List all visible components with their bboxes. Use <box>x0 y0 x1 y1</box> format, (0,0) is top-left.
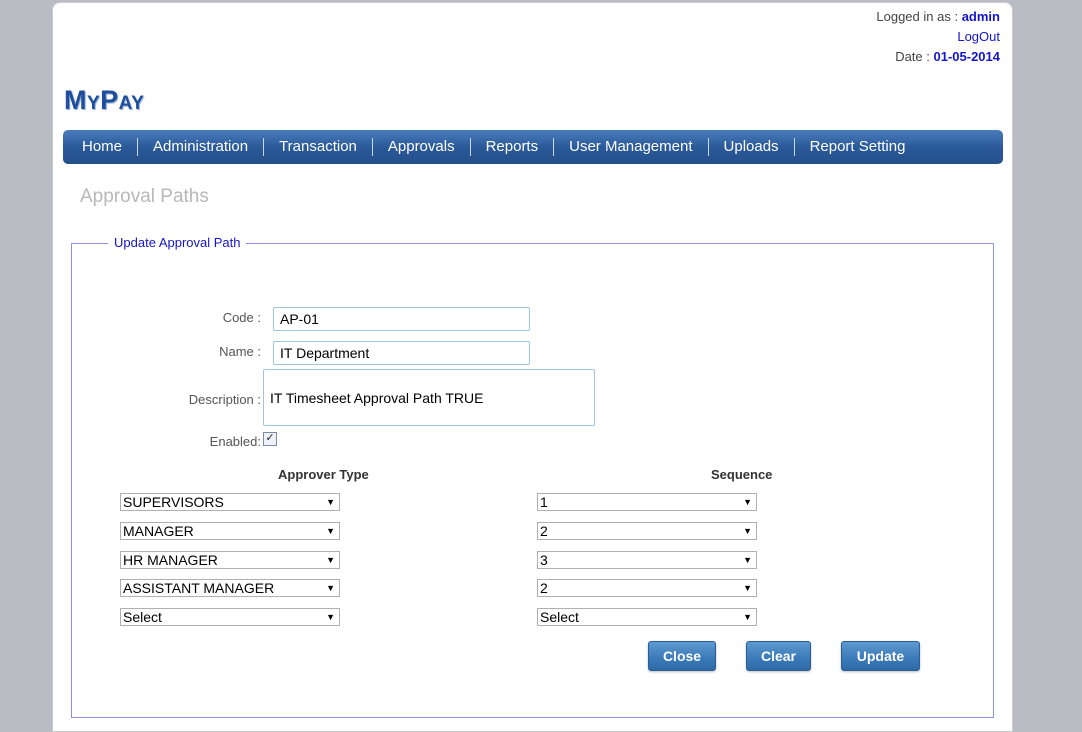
approver-type-header: Approver Type <box>278 467 369 482</box>
chevron-down-icon: ▼ <box>326 497 335 507</box>
close-button[interactable]: Close <box>648 641 716 671</box>
name-label: Name : <box>219 344 261 359</box>
update-button[interactable]: Update <box>841 641 920 671</box>
approver-type-select-5[interactable]: Select ▼ <box>120 608 340 626</box>
approver-type-select-1[interactable]: SUPERVISORS ▼ <box>120 493 340 511</box>
logged-in-label: Logged in as : <box>876 9 959 24</box>
approver-type-select-2[interactable]: MANAGER ▼ <box>120 522 340 540</box>
chevron-down-icon: ▼ <box>326 526 335 536</box>
chevron-down-icon: ▼ <box>743 583 752 593</box>
chevron-down-icon: ▼ <box>743 497 752 507</box>
code-label: Code : <box>222 310 261 325</box>
nav-administration[interactable]: Administration <box>138 138 265 156</box>
update-approval-path-panel: Update Approval Path Code : AP-01 Name :… <box>71 235 994 718</box>
approver-type-value: Select <box>123 609 162 625</box>
name-value: IT Department <box>280 345 370 361</box>
checkmark-icon: ✓ <box>265 432 275 444</box>
logout-link[interactable]: LogOut <box>957 29 1000 44</box>
nav-reports[interactable]: Reports <box>471 138 555 156</box>
page-container: Logged in as : admin LogOut Date : 01-05… <box>52 2 1013 732</box>
chevron-down-icon: ▼ <box>743 555 752 565</box>
approver-type-value: ASSISTANT MANAGER <box>123 580 275 596</box>
code-value: AP-01 <box>280 311 319 327</box>
enabled-checkbox[interactable]: ✓ <box>263 432 277 446</box>
sequence-select-4[interactable]: 2 ▼ <box>537 579 757 597</box>
sequence-value: Select <box>540 609 579 625</box>
sequence-select-5[interactable]: Select ▼ <box>537 608 757 626</box>
chevron-down-icon: ▼ <box>743 612 752 622</box>
approver-type-value: HR MANAGER <box>123 552 218 568</box>
date-label: Date : <box>895 49 930 64</box>
nav-user-management[interactable]: User Management <box>554 138 709 156</box>
name-input[interactable]: IT Department <box>273 341 530 365</box>
sequence-select-2[interactable]: 2 ▼ <box>537 522 757 540</box>
description-value: IT Timesheet Approval Path TRUE <box>270 390 484 406</box>
sequence-value: 3 <box>540 552 548 568</box>
sequence-value: 1 <box>540 494 548 510</box>
enabled-label: Enabled: <box>209 434 261 449</box>
panel-legend: Update Approval Path <box>108 235 247 250</box>
app-logo: MyPay <box>64 85 145 115</box>
code-input[interactable]: AP-01 <box>273 307 530 331</box>
page-title: Approval Paths <box>80 186 209 207</box>
chevron-down-icon: ▼ <box>326 612 335 622</box>
nav-report-setting[interactable]: Report Setting <box>795 138 921 156</box>
description-label: Description : <box>188 392 261 407</box>
date-value: 01-05-2014 <box>933 49 1001 64</box>
sequence-select-1[interactable]: 1 ▼ <box>537 493 757 511</box>
main-nav: Home Administration Transaction Approval… <box>63 130 1003 164</box>
approver-type-value: SUPERVISORS <box>123 494 224 510</box>
sequence-select-3[interactable]: 3 ▼ <box>537 551 757 569</box>
nav-home[interactable]: Home <box>67 138 139 156</box>
approver-type-select-3[interactable]: HR MANAGER ▼ <box>120 551 340 569</box>
nav-uploads[interactable]: Uploads <box>709 138 795 156</box>
chevron-down-icon: ▼ <box>743 526 752 536</box>
sequence-value: 2 <box>540 580 548 596</box>
username: admin <box>961 9 1000 24</box>
chevron-down-icon: ▼ <box>326 583 335 593</box>
chevron-down-icon: ▼ <box>326 555 335 565</box>
sequence-value: 2 <box>540 523 548 539</box>
clear-button[interactable]: Clear <box>746 641 811 671</box>
description-textarea[interactable]: IT Timesheet Approval Path TRUE <box>263 369 595 426</box>
sequence-header: Sequence <box>711 467 773 482</box>
user-info: Logged in as : admin LogOut Date : 01-05… <box>876 7 1000 67</box>
nav-transaction[interactable]: Transaction <box>264 138 373 156</box>
approver-type-select-4[interactable]: ASSISTANT MANAGER ▼ <box>120 579 340 597</box>
approver-type-value: MANAGER <box>123 523 194 539</box>
nav-approvals[interactable]: Approvals <box>373 138 471 156</box>
